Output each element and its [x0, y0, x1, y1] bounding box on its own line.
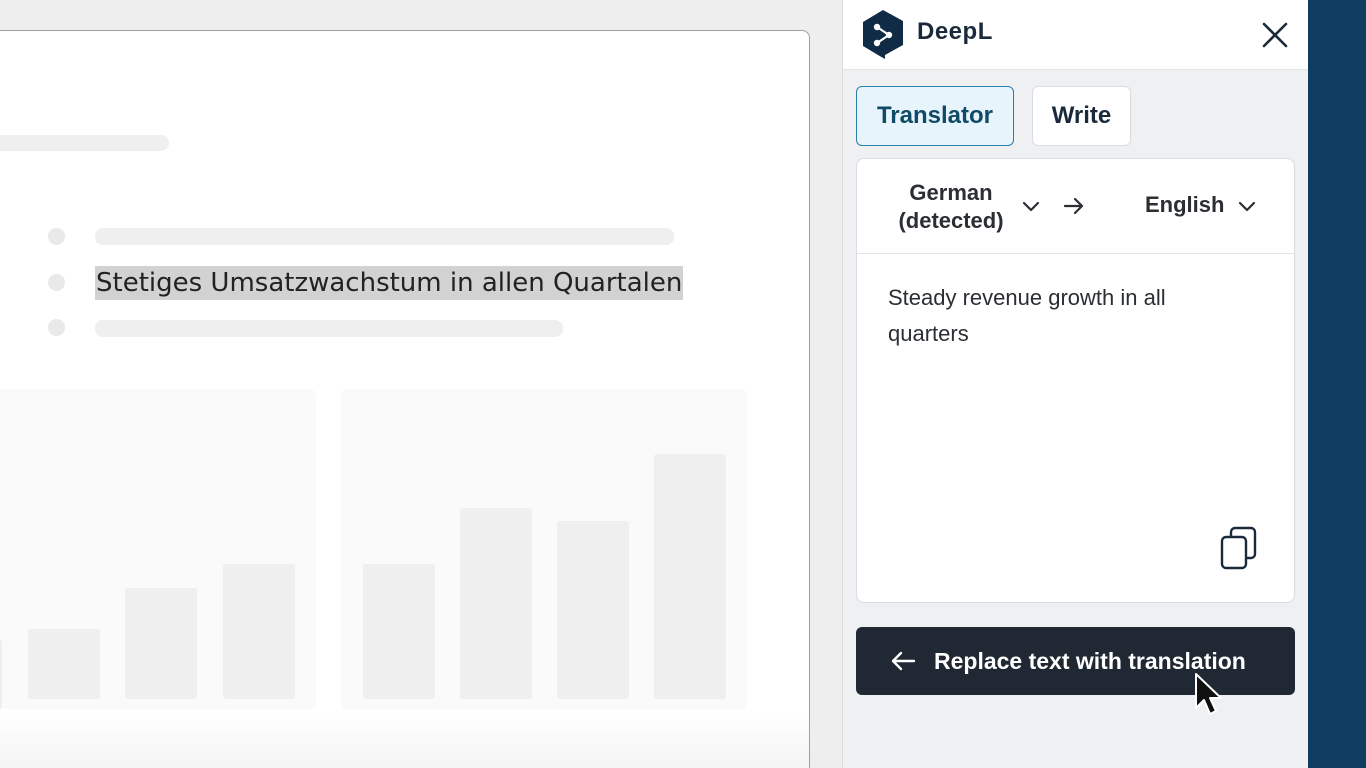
- chart-placeholder-left: [0, 389, 316, 709]
- bullet-point: [48, 228, 65, 245]
- copy-icon[interactable]: [1219, 525, 1259, 571]
- title-placeholder: [0, 135, 169, 151]
- chart-bar: [557, 521, 629, 699]
- close-icon[interactable]: [1259, 19, 1291, 51]
- arrow-right-icon[interactable]: [1063, 195, 1085, 217]
- chevron-down-icon[interactable]: [1237, 196, 1257, 216]
- document-canvas: Stetiges Umsatzwachstum in allen Quartal…: [0, 30, 810, 768]
- language-selector-bar: German (detected) English: [857, 159, 1294, 254]
- replace-text-button[interactable]: Replace text with translation: [856, 627, 1295, 695]
- chart-bar: [125, 588, 197, 699]
- tab-translator[interactable]: Translator: [856, 86, 1014, 146]
- text-line-placeholder: [95, 320, 563, 337]
- tab-write[interactable]: Write: [1032, 86, 1131, 146]
- deepl-logo-icon: [863, 10, 903, 59]
- background-window-edge: [1308, 0, 1366, 768]
- bullet-point: [48, 319, 65, 336]
- target-language-select[interactable]: English: [1145, 192, 1224, 218]
- chart-bar: [28, 629, 100, 699]
- sidebar-header: DeepL: [843, 0, 1309, 70]
- chart-bar: [363, 564, 435, 699]
- bullet-point: [48, 274, 65, 291]
- chart-bar: [654, 454, 726, 699]
- mouse-cursor-icon: [1195, 673, 1222, 715]
- translation-output: Steady revenue growth in all quarters: [888, 285, 1166, 346]
- chevron-down-icon[interactable]: [1021, 196, 1041, 216]
- bottom-fade: [0, 709, 809, 768]
- chart-bar: [460, 508, 532, 699]
- replace-button-label: Replace text with translation: [934, 647, 1246, 674]
- translation-card: German (detected) English Steady revenue…: [856, 158, 1295, 603]
- chart-placeholder-right: [341, 389, 747, 709]
- source-language-select[interactable]: German (detected): [883, 179, 1019, 235]
- arrow-left-icon: [891, 651, 916, 671]
- deepl-sidebar: DeepL Translator Write German (detected)…: [842, 0, 1309, 768]
- brand-name: DeepL: [917, 18, 993, 45]
- chart-bar: [223, 564, 295, 699]
- selected-text[interactable]: Stetiges Umsatzwachstum in allen Quartal…: [95, 266, 684, 300]
- text-line-placeholder: [95, 228, 674, 245]
- chart-bar: [0, 639, 2, 709]
